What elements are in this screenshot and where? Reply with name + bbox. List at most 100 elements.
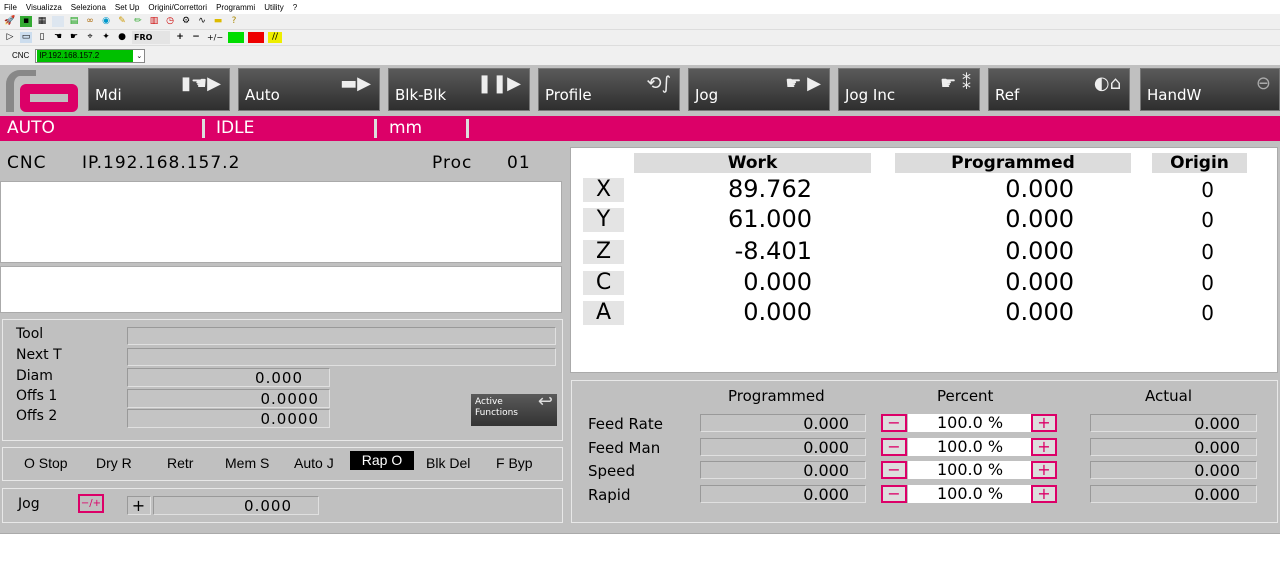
func-o-stop[interactable]: O Stop (24, 455, 68, 471)
jog-plus-button[interactable]: + (127, 496, 151, 515)
origin-value: 0 (1201, 301, 1214, 325)
profile-icon: ⟲∫ (646, 73, 671, 94)
menu-seleziona[interactable]: Seleziona (71, 3, 106, 12)
mode-joginc-button[interactable]: ☛ ⁑ Jog Inc (838, 68, 980, 111)
wave-icon[interactable]: ∿ (196, 16, 208, 27)
help-icon[interactable]: ? (228, 16, 240, 27)
func-blk-del[interactable]: Blk Del (426, 455, 470, 471)
jog-inc-icon: ☛ ⁑ (940, 73, 971, 94)
blk-mode-icon[interactable]: ▯ (36, 32, 48, 43)
mode-profile-button[interactable]: ⟲∫ Profile (538, 68, 680, 111)
program-text-area[interactable] (0, 181, 562, 263)
diam-label: Diam (16, 368, 53, 384)
programmed-value: 0.000 (1005, 175, 1074, 203)
yellow-stripe-icon[interactable]: // (268, 32, 282, 43)
func-f-byp[interactable]: F Byp (496, 455, 533, 471)
logo (6, 70, 81, 112)
eye-icon[interactable]: ◉ (100, 16, 112, 27)
jog-sign-toggle[interactable]: −/+ (78, 494, 104, 513)
percent-minus-button[interactable]: − (881, 485, 907, 503)
menu-help[interactable]: ? (293, 3, 297, 12)
menu-programmi[interactable]: Programmi (216, 3, 255, 12)
feed-actual-value: 0.000 (1090, 485, 1257, 503)
status-state: IDLE (216, 118, 255, 138)
mode-jog-button[interactable]: ☛ ▶ Jog (688, 68, 830, 111)
programmed-value: 0.000 (1005, 237, 1074, 265)
fro-select[interactable]: FRO (132, 31, 170, 44)
mode-blkblk-button[interactable]: ❚❚▶ Blk-Blk (388, 68, 530, 111)
home-ref-icon: ◐⌂ (1093, 73, 1121, 94)
tool-icon[interactable]: ▪ (20, 16, 32, 27)
counter-icon[interactable]: ▥ (148, 16, 160, 27)
grid-icon[interactable]: ▦ (36, 16, 48, 27)
work-value: 0.000 (743, 298, 812, 326)
handwheel-icon[interactable]: ● (116, 32, 128, 43)
menu-bar: File Visualizza Seleziona Set Up Origini… (0, 0, 1280, 14)
mode-mdi-button[interactable]: ▮☚▶ Mdi (88, 68, 230, 111)
edit-icon[interactable]: ✎ (116, 16, 128, 27)
menu-origini[interactable]: Origini/Correttori (148, 3, 207, 12)
minus-button[interactable]: − (190, 32, 202, 43)
menu-visualizza[interactable]: Visualizza (26, 3, 62, 12)
menu-utility[interactable]: Utility (264, 3, 284, 12)
jog-value-field[interactable]: 0.000 (153, 496, 319, 515)
auto-icon: ▬▶ (340, 73, 371, 94)
jog-hand-icon[interactable]: ☚ (52, 32, 64, 43)
red-battery-icon[interactable] (248, 32, 264, 43)
cnc-label: CNC (12, 51, 30, 60)
percent-plus-button[interactable]: + (1031, 485, 1057, 503)
percent-minus-button[interactable]: − (881, 414, 907, 432)
folder-icon[interactable]: ▬ (212, 16, 224, 27)
cnc-header-ip: IP.192.168.157.2 (82, 153, 241, 173)
percent-plus-button[interactable]: + (1031, 414, 1057, 432)
feed-percent-header: Percent (937, 387, 994, 405)
programmed-value: 0.000 (1005, 205, 1074, 233)
percent-value: 100.0 % (908, 485, 1032, 503)
mode-handw-button[interactable]: ⊖ HandW (1140, 68, 1280, 111)
func-mem-s[interactable]: Mem S (225, 455, 269, 471)
ref-icon[interactable]: ⌖ (84, 32, 96, 43)
rocket-icon[interactable]: 🚀 (4, 16, 16, 27)
chevron-down-icon: ⌄ (136, 52, 143, 60)
func-rap-o[interactable]: Rap O (350, 451, 414, 470)
ip-select[interactable]: IP.192.168.157.2 ⌄ (35, 48, 146, 63)
func-auto-j[interactable]: Auto J (294, 455, 334, 471)
auto-mode-icon[interactable]: ▭ (20, 32, 32, 43)
menu-setup[interactable]: Set Up (115, 3, 139, 12)
tool-field (127, 327, 556, 345)
jog-inc-icon[interactable]: ☛ (68, 32, 80, 43)
glasses-icon[interactable]: ∞ (84, 16, 96, 27)
percent-plus-button[interactable]: + (1031, 461, 1057, 479)
mode-ref-button[interactable]: ◐⌂ Ref (988, 68, 1130, 111)
feed-row-label: Feed Man (588, 439, 661, 457)
feed-actual-header: Actual (1145, 387, 1192, 405)
pencil-icon[interactable]: ✏ (132, 16, 144, 27)
plus-button[interactable]: + (174, 32, 186, 43)
offs2-field: 0.0000 (127, 409, 330, 428)
percent-minus-button[interactable]: − (881, 438, 907, 456)
gear-icon[interactable]: ⚙ (180, 16, 192, 27)
green-battery-icon[interactable] (228, 32, 244, 43)
programmed-value: 0.000 (1005, 298, 1074, 326)
origin-value: 0 (1201, 271, 1214, 295)
clock-icon[interactable]: ◷ (164, 16, 176, 27)
message-bar (0, 533, 1280, 566)
mode-icon[interactable]: ▷ (4, 32, 16, 43)
table-icon[interactable]: ▤ (68, 16, 80, 27)
programmed-header: Programmed (895, 153, 1131, 173)
blank-icon[interactable] (52, 16, 64, 27)
mode-auto-button[interactable]: ▬▶ Auto (238, 68, 380, 111)
percent-minus-button[interactable]: − (881, 461, 907, 479)
func-dry-run[interactable]: Dry R (96, 455, 132, 471)
func-retr[interactable]: Retr (167, 455, 193, 471)
plusminus-button[interactable]: +/− (206, 32, 224, 43)
axis-label-a: A (583, 301, 624, 325)
toolbar-1: 🚀 ▪ ▦ ▤ ∞ ◉ ✎ ✏ ▥ ◷ ⚙ ∿ ▬ ? (0, 14, 1280, 30)
percent-plus-button[interactable]: + (1031, 438, 1057, 456)
profile-icon[interactable]: ✦ (100, 32, 112, 43)
feed-actual-value: 0.000 (1090, 414, 1257, 432)
menu-file[interactable]: File (4, 3, 17, 12)
axis-label-x: X (583, 178, 624, 202)
message-area (0, 266, 562, 313)
active-functions-button[interactable]: Active Functions ↩ (471, 393, 557, 426)
